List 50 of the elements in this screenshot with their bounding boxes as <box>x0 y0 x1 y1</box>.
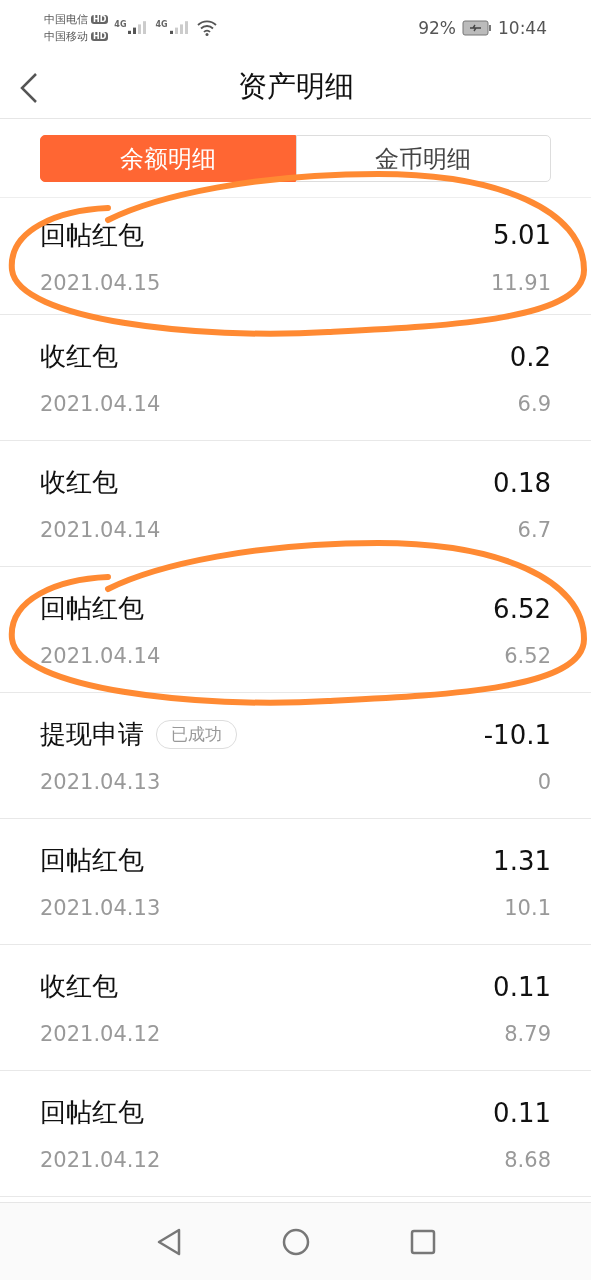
back-icon[interactable] <box>18 72 40 104</box>
record-amount: 0.2 <box>509 341 551 372</box>
record-title: 回帖红包 <box>40 844 144 877</box>
record-balance: 8.68 <box>504 1148 551 1172</box>
record-title: 提现申请 <box>40 718 144 751</box>
record-date: 2021.04.15 <box>40 270 161 295</box>
home-nav-icon[interactable] <box>281 1227 310 1256</box>
carrier-name: 中国电信 <box>44 12 88 27</box>
record-title: 收红包 <box>40 466 118 499</box>
record-date: 2021.04.13 <box>40 896 161 920</box>
record-balance: 8.79 <box>504 1022 551 1046</box>
tab[interactable]: 金币明细 <box>295 135 551 182</box>
page-title: 资产明细 <box>237 68 354 105</box>
record-date: 2021.04.12 <box>40 1148 161 1172</box>
battery-charging-icon <box>462 20 492 36</box>
record-amount: 0.18 <box>493 467 551 498</box>
battery-percent: 92% <box>418 18 456 38</box>
record-balance: 6.9 <box>517 392 551 416</box>
recents-nav-icon[interactable] <box>409 1228 436 1255</box>
record-date: 2021.04.12 <box>40 1022 161 1046</box>
record-title: 收红包 <box>40 340 118 373</box>
wifi-icon <box>196 20 217 36</box>
record-title: 收红包 <box>40 970 118 1003</box>
record-balance: 6.52 <box>504 644 551 668</box>
record-amount: 5.01 <box>493 220 551 250</box>
record-amount: 0.11 <box>493 1097 551 1128</box>
status-badge: 已成功 <box>156 720 237 749</box>
hd-badge: HD <box>91 15 109 24</box>
record-balance: 6.7 <box>517 518 551 542</box>
record-amount: -10.1 <box>483 719 551 750</box>
record-amount: 1.31 <box>493 845 551 876</box>
record-title: 回帖红包 <box>40 1096 144 1129</box>
carrier-name: 中国移动 <box>44 29 88 44</box>
clock-time: 10:44 <box>498 18 547 38</box>
record-balance: 0 <box>537 770 551 794</box>
back-nav-icon[interactable] <box>155 1227 182 1256</box>
record-title: 回帖红包 <box>40 592 144 625</box>
record-balance: 11.91 <box>490 270 551 295</box>
record-amount: 0.11 <box>493 971 551 1002</box>
network-label: 4G <box>114 20 127 29</box>
signal-icon <box>168 20 191 36</box>
record-date: 2021.04.14 <box>40 644 161 668</box>
record-amount: 6.52 <box>493 593 551 624</box>
record-date: 2021.04.13 <box>40 770 161 794</box>
record-balance: 10.1 <box>504 896 551 920</box>
network-label: 4G <box>155 20 168 29</box>
hd-badge: HD <box>91 32 109 41</box>
record-date: 2021.04.14 <box>40 518 161 542</box>
record-date: 2021.04.14 <box>40 392 161 416</box>
record-title: 回帖红包 <box>40 218 144 252</box>
